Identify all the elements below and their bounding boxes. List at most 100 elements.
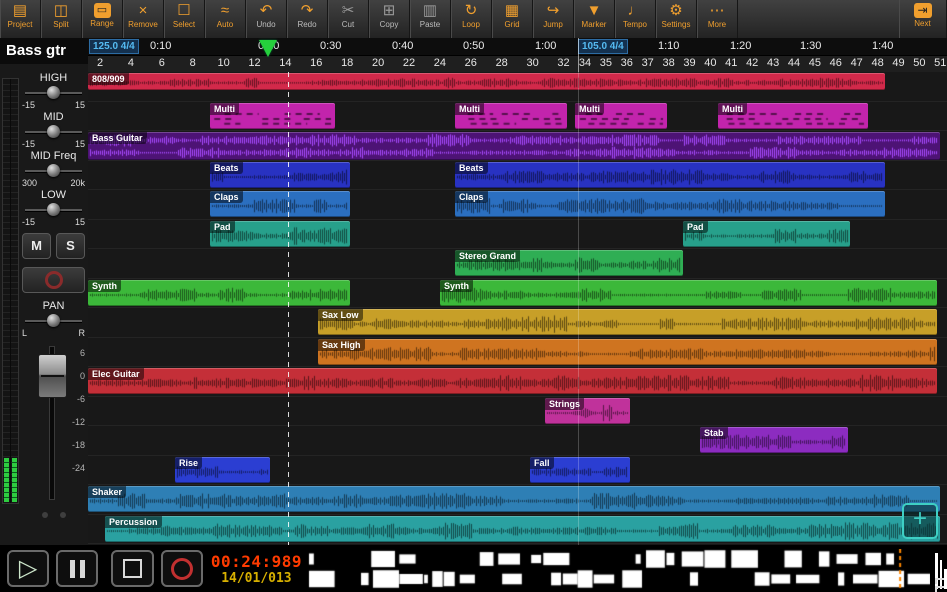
clip-beats[interactable]: Beats bbox=[210, 162, 350, 188]
toolbar-item-select[interactable]: ☐Select bbox=[164, 0, 205, 38]
pan-slider-thumb[interactable] bbox=[47, 314, 60, 327]
toolbar-item-undo[interactable]: ↶Undo bbox=[246, 0, 287, 38]
clip-label: Multi bbox=[455, 103, 484, 115]
clip-pad[interactable]: Pad bbox=[210, 221, 350, 247]
playhead-marker[interactable] bbox=[259, 40, 277, 57]
clip-sax-low[interactable]: Sax Low bbox=[318, 309, 937, 335]
high-slider-thumb[interactable] bbox=[47, 86, 60, 99]
toolbar-item-loop[interactable]: ↻Loop bbox=[451, 0, 492, 38]
toolbar-item-grid[interactable]: ▦Grid bbox=[492, 0, 533, 38]
play-icon: ▷ bbox=[19, 557, 37, 581]
solo-button[interactable]: S bbox=[56, 233, 85, 259]
record-icon bbox=[171, 558, 193, 580]
arm-record-button[interactable] bbox=[22, 267, 85, 293]
toolbar-item-label: Jump bbox=[543, 20, 563, 30]
pan-control: PAN L R bbox=[21, 300, 86, 339]
clip-sax-high[interactable]: Sax High bbox=[318, 339, 937, 365]
clip-beats[interactable]: Beats bbox=[455, 162, 885, 188]
clip-rise[interactable]: Rise bbox=[175, 457, 270, 483]
toolbar-item-label: Copy bbox=[380, 20, 399, 30]
pause-button[interactable] bbox=[56, 550, 98, 587]
clip-fall[interactable]: Fall bbox=[530, 457, 630, 483]
resize-corner bbox=[935, 578, 945, 590]
clip-multi[interactable]: Multi bbox=[575, 103, 667, 129]
toolbar-item-label: Paste bbox=[420, 20, 440, 30]
toolbar-item-range[interactable]: ▭Range bbox=[82, 0, 123, 38]
fader-handle[interactable] bbox=[38, 354, 67, 398]
mid-freq-slider[interactable] bbox=[25, 163, 82, 178]
fader-scale-label: 0 bbox=[72, 371, 85, 394]
clip-synth[interactable]: Synth bbox=[88, 280, 350, 306]
clip-claps[interactable]: Claps bbox=[455, 191, 885, 217]
mid-slider[interactable] bbox=[25, 124, 82, 139]
undo-icon: ↶ bbox=[260, 2, 273, 19]
split-icon: ◫ bbox=[54, 2, 68, 19]
clip-multi[interactable]: Multi bbox=[455, 103, 567, 129]
time-counter: 00:24:989 bbox=[211, 552, 302, 571]
clip-bass-guitar[interactable]: Bass Guitar bbox=[88, 132, 940, 160]
play-button[interactable]: ▷ bbox=[7, 550, 49, 587]
clip-synth[interactable]: Synth bbox=[440, 280, 937, 306]
add-track-button[interactable]: + bbox=[902, 503, 938, 539]
high-slider[interactable] bbox=[25, 85, 82, 100]
timeline-ruler[interactable]: 125.0 4/4105.0 4/40:100:200:300:400:501:… bbox=[88, 38, 947, 73]
selected-track-name[interactable]: Bass gtr bbox=[0, 38, 88, 64]
knob-high: HIGH-1515 bbox=[21, 72, 86, 111]
clip-elec-guitar[interactable]: Elec Guitar bbox=[88, 368, 937, 394]
toolbar-item-cut[interactable]: ✂Cut bbox=[328, 0, 369, 38]
pan-left-label: L bbox=[22, 328, 27, 339]
toolbar-item-label: Split bbox=[53, 20, 69, 30]
ruler-bar-label: 38 bbox=[662, 57, 674, 69]
clip-label: Multi bbox=[210, 103, 239, 115]
clip-808-909[interactable]: 808/909 bbox=[88, 73, 885, 90]
fader-scale-label: 6 bbox=[72, 348, 85, 371]
toolbar-item-auto[interactable]: ≈Auto bbox=[205, 0, 246, 38]
clip-stab[interactable]: Stab bbox=[700, 427, 848, 453]
ruler-bar-label: 28 bbox=[496, 57, 508, 69]
song-overview[interactable] bbox=[308, 549, 930, 589]
clip-label: Claps bbox=[210, 191, 243, 203]
knob-minmax: -1515 bbox=[21, 100, 86, 111]
toolbar-item-marker[interactable]: ▼Marker bbox=[574, 0, 615, 38]
toolbar-item-split[interactable]: ◫Split bbox=[41, 0, 82, 38]
toolbar-item-more[interactable]: ⋯More bbox=[697, 0, 738, 38]
low-slider-thumb[interactable] bbox=[47, 203, 60, 216]
record-button[interactable] bbox=[161, 550, 203, 587]
toolbar-item-copy[interactable]: ⊞Copy bbox=[369, 0, 410, 38]
toolbar-item-label: Project bbox=[8, 20, 33, 30]
low-slider[interactable] bbox=[25, 202, 82, 217]
toolbar-item-paste[interactable]: ▥Paste bbox=[410, 0, 451, 38]
knob-min-label: 300 bbox=[22, 178, 37, 189]
clip-shaker[interactable]: Shaker bbox=[88, 486, 940, 512]
toolbar-item-tempo[interactable]: ♩Tempo bbox=[615, 0, 656, 38]
clip-multi[interactable]: Multi bbox=[718, 103, 868, 129]
toolbar-item-redo[interactable]: ↷Redo bbox=[287, 0, 328, 38]
clip-label: Stereo Grand bbox=[455, 250, 520, 262]
clip-strings[interactable]: Strings bbox=[545, 398, 630, 424]
mid-slider-thumb[interactable] bbox=[47, 125, 60, 138]
clip-pad[interactable]: Pad bbox=[683, 221, 850, 247]
mid-freq-slider-thumb[interactable] bbox=[47, 164, 60, 177]
ruler-bar-label: 32 bbox=[557, 57, 569, 69]
toolbar-item-remove[interactable]: ×Remove bbox=[123, 0, 164, 38]
tempo-signature-badge: 125.0 4/4 bbox=[89, 39, 139, 54]
clip-percussion[interactable]: Percussion bbox=[105, 516, 940, 542]
toolbar-item-next[interactable]: ⇥ Next bbox=[899, 0, 947, 38]
toolbar-item-jump[interactable]: ↪Jump bbox=[533, 0, 574, 38]
stop-button[interactable] bbox=[111, 550, 153, 587]
toolbar-item-label: Loop bbox=[462, 20, 480, 30]
clip-stereo-grand[interactable]: Stereo Grand bbox=[455, 250, 683, 276]
clip-label: Stab bbox=[700, 427, 728, 439]
clip-multi[interactable]: Multi bbox=[210, 103, 335, 129]
mute-button[interactable]: M bbox=[22, 233, 51, 259]
knob-label: MID bbox=[21, 111, 86, 124]
loop-icon: ↻ bbox=[465, 2, 478, 19]
knob-max-label: 15 bbox=[75, 100, 85, 111]
toolbar-item-project[interactable]: ▤Project bbox=[0, 0, 41, 38]
toolbar-item-settings[interactable]: ⚙Settings bbox=[656, 0, 697, 38]
clip-claps[interactable]: Claps bbox=[210, 191, 350, 217]
ruler-time-label: 0:40 bbox=[392, 40, 413, 52]
ruler-time-label: 1:40 bbox=[872, 40, 893, 52]
pan-slider[interactable] bbox=[25, 313, 82, 328]
toolbar-item-label: Marker bbox=[582, 20, 607, 30]
